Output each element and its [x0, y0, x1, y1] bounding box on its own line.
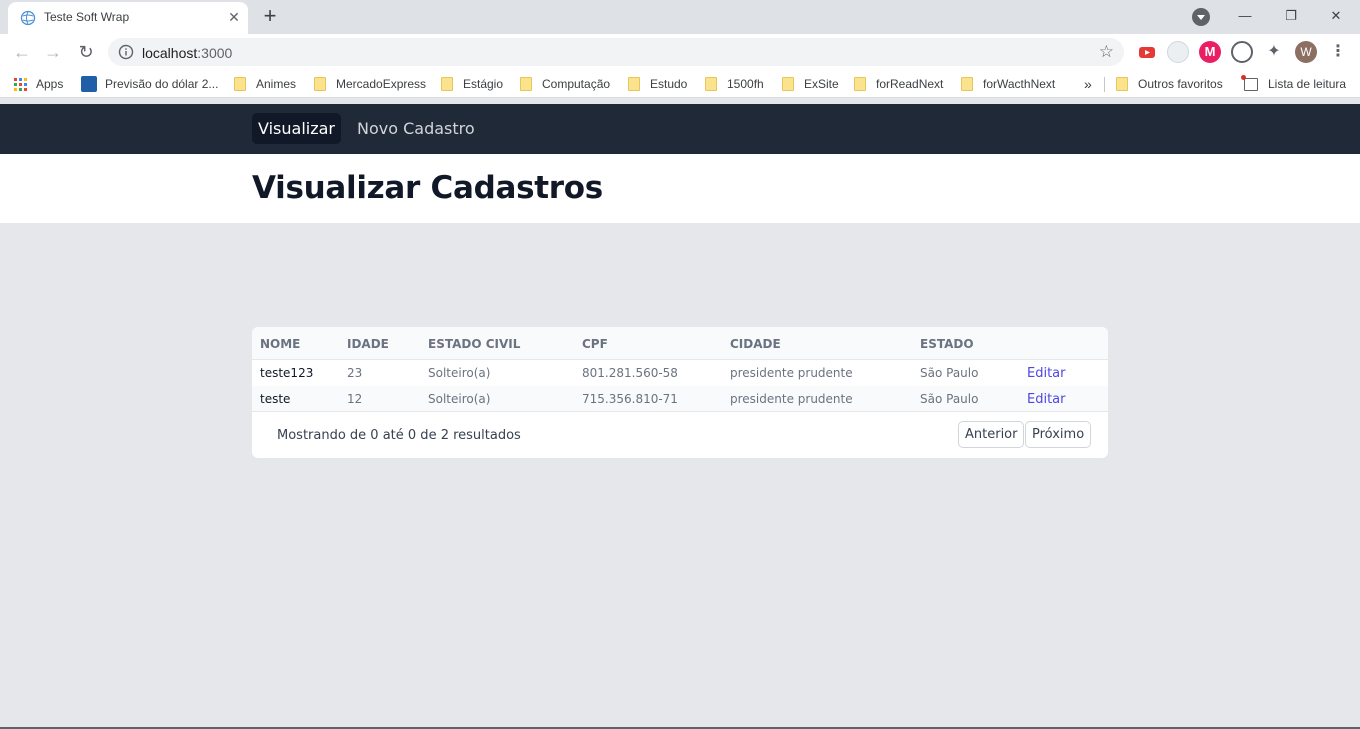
new-tab-button[interactable]: + [258, 5, 282, 29]
bookmark-folder-exsite[interactable]: ExSite [782, 75, 839, 93]
bookmark-previsao-dolar[interactable]: Previsão do dólar 2... [81, 75, 218, 93]
nav-visualizar[interactable]: Visualizar [252, 113, 341, 144]
reload-icon[interactable]: ↻ [74, 40, 98, 64]
cell-cpf: 801.281.560-58 [582, 366, 678, 380]
table-row: teste123 23 Solteiro(a) 801.281.560-58 p… [252, 360, 1108, 386]
reading-list-icon [1241, 74, 1258, 91]
bookmark-folder-estagio[interactable]: Estágio [441, 75, 503, 93]
bookmark-folder-forwacthnext[interactable]: forWacthNext [961, 75, 1055, 93]
folder-icon [705, 77, 717, 91]
youtube-extension-icon[interactable] [1136, 41, 1158, 63]
next-page-button[interactable]: Próximo [1025, 421, 1092, 448]
cell-idade: 12 [347, 392, 363, 406]
globe-favicon-icon [20, 10, 36, 26]
bookmark-star-icon[interactable]: ☆ [1099, 42, 1114, 62]
column-header-estado-civil: ESTADO CIVIL [428, 337, 521, 351]
nav-novo-cadastro[interactable]: Novo Cadastro [351, 113, 481, 144]
page-header: Visualizar Cadastros [0, 154, 1360, 223]
bookmarks-overflow-chevron-icon[interactable]: » [1084, 75, 1092, 93]
cell-estado: São Paulo [920, 392, 979, 406]
column-header-nome: NOME [260, 337, 301, 351]
app-navbar: Visualizar Novo Cadastro [0, 104, 1360, 154]
mercado-extension-icon[interactable]: M [1199, 41, 1221, 63]
column-header-cpf: CPF [582, 337, 608, 351]
cell-estado: São Paulo [920, 366, 979, 380]
bookmark-folder-forreadnext[interactable]: forReadNext [854, 75, 943, 93]
browser-tab[interactable]: Teste Soft Wrap ✕ [8, 2, 248, 34]
bookmarks-bar: Apps Previsão do dólar 2... Animes Merca… [0, 70, 1360, 98]
url-text: localhost:3000 [142, 45, 233, 61]
bookmark-folder-animes[interactable]: Animes [234, 75, 296, 93]
folder-icon [628, 77, 640, 91]
tab-search-icon[interactable] [1192, 8, 1210, 26]
bookmark-folder-mercadoexpress[interactable]: MercadoExpress [314, 75, 426, 93]
info-icon[interactable] [118, 44, 134, 60]
cell-cidade: presidente prudente [730, 366, 853, 380]
folder-icon [961, 77, 973, 91]
site-favicon-icon [81, 76, 97, 92]
browser-toolbar: ← → ↻ localhost:3000 ☆ M ✦ W ⋮ [0, 34, 1360, 70]
folder-icon [854, 77, 866, 91]
puzzle-extensions-icon[interactable]: ✦ [1263, 41, 1285, 63]
code-extension-icon[interactable] [1231, 41, 1253, 63]
previous-page-button[interactable]: Anterior [958, 421, 1025, 448]
folder-icon [234, 77, 246, 91]
column-header-estado: ESTADO [920, 337, 974, 351]
browser-menu-icon[interactable]: ⋮ [1330, 41, 1346, 63]
folder-icon [520, 77, 532, 91]
cell-cidade: presidente prudente [730, 392, 853, 406]
edit-link[interactable]: Editar [1027, 392, 1066, 407]
bookmark-folder-outros-favoritos[interactable]: Outros favoritos [1116, 75, 1223, 93]
edit-link[interactable]: Editar [1027, 366, 1066, 381]
column-header-cidade: CIDADE [730, 337, 781, 351]
address-bar[interactable]: localhost:3000 ☆ [108, 38, 1124, 66]
pagination-summary: Mostrando de 0 até 0 de 2 resultados [277, 428, 521, 443]
cell-estado-civil: Solteiro(a) [428, 392, 491, 406]
close-tab-icon[interactable]: ✕ [225, 8, 243, 26]
restore-button[interactable]: ❐ [1279, 4, 1303, 28]
apps-grid-icon [14, 77, 27, 91]
bookmark-folder-computacao[interactable]: Computação [520, 75, 610, 93]
cell-nome: teste [260, 392, 291, 406]
tab-title: Teste Soft Wrap [44, 10, 130, 24]
profile-avatar[interactable]: W [1295, 41, 1317, 63]
extension-icon[interactable] [1167, 41, 1189, 63]
minimize-button[interactable]: — [1233, 4, 1257, 28]
reading-list-button[interactable]: Lista de leitura [1241, 74, 1346, 93]
folder-icon [441, 77, 453, 91]
bookmark-folder-1500fh[interactable]: 1500fh [705, 75, 764, 93]
cell-nome: teste123 [260, 366, 314, 380]
bookmark-folder-estudo[interactable]: Estudo [628, 75, 687, 93]
folder-icon [314, 77, 326, 91]
browser-tabstrip: Teste Soft Wrap ✕ + — ❐ ✕ [0, 0, 1360, 34]
cell-cpf: 715.356.810-71 [582, 392, 678, 406]
cell-estado-civil: Solteiro(a) [428, 366, 491, 380]
page-title: Visualizar Cadastros [252, 170, 603, 206]
close-window-button[interactable]: ✕ [1324, 4, 1348, 28]
folder-icon [782, 77, 794, 91]
records-table-card: NOME IDADE ESTADO CIVIL CPF CIDADE ESTAD… [252, 327, 1108, 458]
table-row: teste 12 Solteiro(a) 715.356.810-71 pres… [252, 386, 1108, 412]
bookmark-apps[interactable]: Apps [14, 75, 63, 93]
bookmarks-divider [1104, 77, 1105, 92]
table-header: NOME IDADE ESTADO CIVIL CPF CIDADE ESTAD… [252, 327, 1108, 360]
folder-icon [1116, 77, 1128, 91]
column-header-idade: IDADE [347, 337, 389, 351]
back-arrow-icon[interactable]: ← [10, 40, 34, 64]
cell-idade: 23 [347, 366, 363, 380]
forward-arrow-icon[interactable]: → [41, 40, 65, 64]
